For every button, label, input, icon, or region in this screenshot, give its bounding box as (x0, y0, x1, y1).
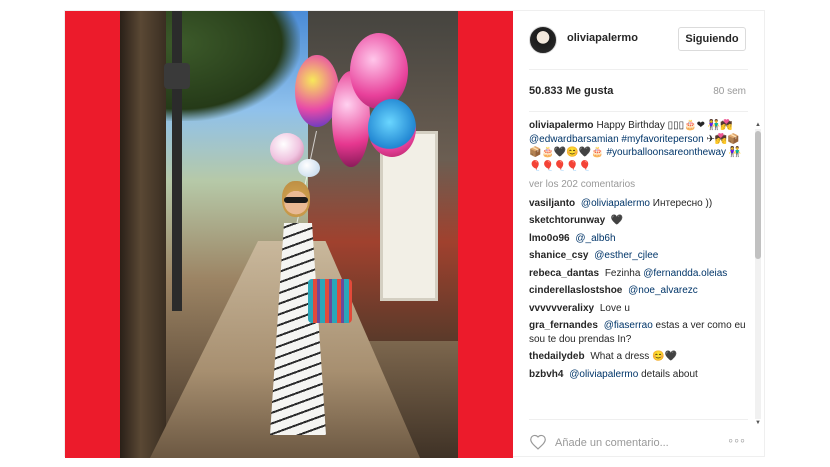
caption-text: 👫💏 (707, 120, 733, 131)
comment-text: details about (641, 368, 698, 380)
comment-username[interactable]: sketchtorunway (529, 215, 605, 226)
comment-username[interactable]: vasiljanto (529, 198, 575, 209)
username-link[interactable]: oliviapalermo (567, 32, 638, 44)
likes-count[interactable]: 50.833 Me gusta (529, 85, 613, 97)
following-button[interactable]: Siguiendo (678, 27, 746, 51)
comment-username[interactable]: shanice_csy (529, 250, 589, 261)
comment-mention[interactable]: @oliviapalermo (569, 369, 638, 380)
caption-hashtag[interactable]: #myfavoriteperson (621, 134, 703, 145)
comment: shanice_csy @esther_cjlee (529, 249, 751, 263)
post-photo (120, 11, 458, 458)
heart-icon[interactable] (529, 434, 547, 450)
comment-mention[interactable]: @oliviapalermo (581, 198, 650, 209)
caption-username[interactable]: oliviapalermo (529, 120, 593, 131)
caption-mention[interactable]: @edwardbarsamian (529, 134, 619, 145)
woven-basket (308, 279, 352, 323)
post-media[interactable] (65, 11, 513, 458)
comment: gra_fernandes @fiaserrao estas a ver com… (529, 319, 751, 346)
comment: vvvvvveralixy Love u (529, 302, 751, 316)
street-lamp (164, 63, 190, 89)
comment: cinderellaslostshoe @noe_alvarezc (529, 284, 751, 298)
comment: thedailydeb What a dress 😊🖤 (529, 350, 751, 364)
comment: bzbvh4 @oliviapalermo details about (529, 368, 751, 382)
post-time[interactable]: 80 sem (713, 86, 746, 97)
divider (529, 111, 748, 112)
comment-username[interactable]: cinderellaslostshoe (529, 285, 622, 296)
more-options-icon[interactable]: ◦◦◦ (728, 432, 746, 448)
scroll-up-arrow-icon[interactable]: ▲ (755, 121, 761, 129)
divider (529, 69, 748, 70)
comments-list[interactable]: oliviapalermo Happy Birthday ▯▯▯🎂❤ 👫💏 @ed… (529, 115, 751, 415)
street-pole (172, 11, 182, 311)
comment-text: What a dress 😊🖤 (590, 351, 677, 362)
caption: oliviapalermo Happy Birthday ▯▯▯🎂❤ 👫💏 @ed… (529, 119, 751, 173)
comment-text: Fezinha (604, 267, 641, 279)
balloon (270, 133, 304, 165)
comment-username[interactable]: vvvvvveralixy (529, 303, 594, 314)
add-comment-input[interactable] (555, 434, 715, 452)
comment: rebeca_dantas Fezinha @fernandda.oleias (529, 267, 751, 281)
comment-footer: ◦◦◦ (513, 421, 764, 456)
balloon (368, 99, 416, 157)
balloon (350, 33, 408, 109)
comments-scrollbar[interactable]: ▲ ▼ (755, 122, 761, 426)
comment-mention[interactable]: @noe_alvarezc (628, 285, 698, 296)
comment-username[interactable]: bzbvh4 (529, 369, 563, 380)
post-info-panel: oliviapalermo Siguiendo 50.833 Me gusta … (513, 11, 764, 456)
comment-username[interactable]: gra_fernandes (529, 320, 598, 331)
view-all-comments-link[interactable]: ver los 202 comentarios (529, 178, 751, 192)
comment: vasiljanto @oliviapalermo Интересно )) (529, 197, 751, 211)
comment-username[interactable]: thedailydeb (529, 351, 585, 362)
comment-mention[interactable]: @fiaserrao (604, 320, 653, 331)
comment-username[interactable]: rebeca_dantas (529, 268, 599, 279)
comment-mention[interactable]: @esther_cjlee (594, 250, 658, 261)
caption-hashtag[interactable]: #yourballoonsareontheway (607, 147, 727, 158)
comment-mention[interactable]: @fernandda.oleias (643, 268, 727, 279)
comment-text: 🖤 (610, 215, 624, 226)
divider (529, 419, 748, 420)
comment-text: Интересно )) (652, 197, 713, 209)
post-card: oliviapalermo Siguiendo 50.833 Me gusta … (64, 10, 765, 458)
scrollbar-thumb[interactable] (755, 131, 761, 259)
comment-text: Love u (599, 302, 630, 314)
comment-username[interactable]: lmo0o96 (529, 233, 570, 244)
comment: sketchtorunway 🖤 (529, 214, 751, 228)
balloon (298, 159, 320, 177)
comment-mention[interactable]: @_alb6h (575, 233, 615, 244)
avatar[interactable] (529, 26, 557, 54)
tree-trunk (120, 11, 166, 458)
caption-text: Happy Birthday ▯▯▯🎂❤ (596, 120, 705, 131)
comment: lmo0o96 @_alb6h (529, 232, 751, 246)
sunglasses (284, 197, 308, 203)
post-header: oliviapalermo Siguiendo (513, 11, 764, 69)
